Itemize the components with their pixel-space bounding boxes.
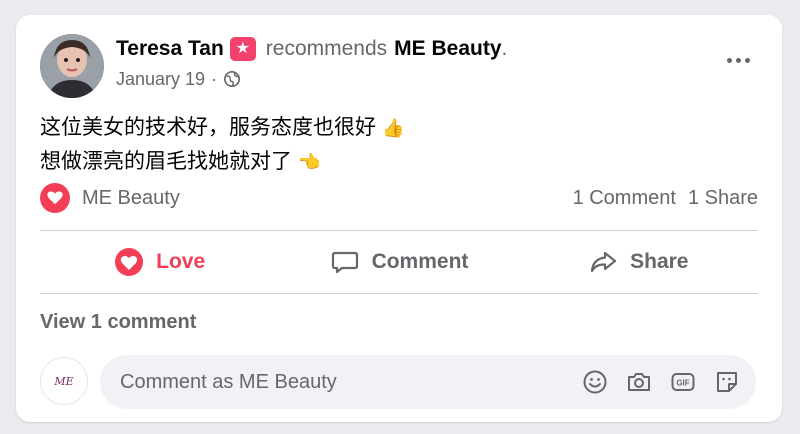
- action-bar: Love Comment Share: [40, 237, 758, 287]
- header-period: .: [501, 37, 508, 60]
- emoji-icon[interactable]: [582, 369, 608, 395]
- comment-count[interactable]: 1 Comment: [573, 187, 676, 210]
- post-date[interactable]: January 19: [116, 67, 205, 91]
- comment-composer: GIF: [100, 355, 756, 409]
- comment-icon: [331, 251, 358, 274]
- share-label: Share: [630, 250, 689, 273]
- gif-icon[interactable]: GIF: [670, 369, 696, 395]
- camera-icon[interactable]: [626, 369, 652, 395]
- share-button[interactable]: Share: [519, 237, 758, 287]
- love-button[interactable]: Love: [40, 237, 279, 287]
- comment-button[interactable]: Comment: [279, 237, 518, 287]
- post-line-2: 想做漂亮的眉毛找她就对了 👈: [40, 145, 404, 179]
- svg-text:GIF: GIF: [676, 379, 689, 388]
- love-label: Love: [156, 250, 206, 273]
- comment-input[interactable]: [118, 369, 582, 395]
- post-body: 这位美女的技术好，服务态度也很好 👍 想做漂亮的眉毛找她就对了 👈: [40, 111, 404, 179]
- page-name-link[interactable]: ME Beauty: [394, 35, 501, 63]
- engagement-counts: 1 Comment 1 Share: [573, 187, 758, 210]
- pointing-emoji: 👈: [298, 152, 321, 173]
- composer-icons: GIF: [582, 369, 740, 395]
- meta-separator: ·: [211, 69, 218, 89]
- author-avatar[interactable]: [40, 34, 104, 98]
- post-line-1: 这位美女的技术好，服务态度也很好 👍: [40, 111, 404, 145]
- post-text-1: 这位美女的技术好，服务态度也很好: [40, 115, 376, 139]
- comment-label: Comment: [371, 250, 469, 273]
- divider-top: [40, 230, 758, 231]
- post-text-2: 想做漂亮的眉毛找她就对了: [40, 149, 292, 173]
- share-icon: [591, 251, 617, 273]
- page-avatar-logo: ME: [54, 374, 74, 388]
- thumbs-up-emoji: 👍: [382, 118, 405, 139]
- heart-icon: [115, 248, 144, 276]
- reactions-summary: ME Beauty 1 Comment 1 Share: [40, 181, 758, 215]
- divider-bottom: [40, 293, 758, 294]
- post-card: Teresa Tan ★ recommends ME Beauty . Janu…: [16, 15, 782, 422]
- page-avatar[interactable]: ME: [40, 357, 88, 405]
- heart-reaction-icon[interactable]: [40, 183, 70, 213]
- author-name[interactable]: Teresa Tan: [116, 35, 224, 63]
- globe-icon[interactable]: [223, 70, 241, 88]
- more-options-icon[interactable]: [718, 45, 758, 75]
- share-count[interactable]: 1 Share: [688, 187, 758, 210]
- recommend-badge-icon: ★: [229, 37, 256, 61]
- view-comments-link[interactable]: View 1 comment: [40, 311, 196, 334]
- post-header: Teresa Tan ★ recommends ME Beauty .: [116, 35, 507, 63]
- reactor-name[interactable]: ME Beauty: [82, 187, 180, 210]
- post-meta: January 19 ·: [116, 67, 241, 91]
- recommends-text: recommends: [265, 37, 388, 60]
- sticker-icon[interactable]: [714, 369, 740, 395]
